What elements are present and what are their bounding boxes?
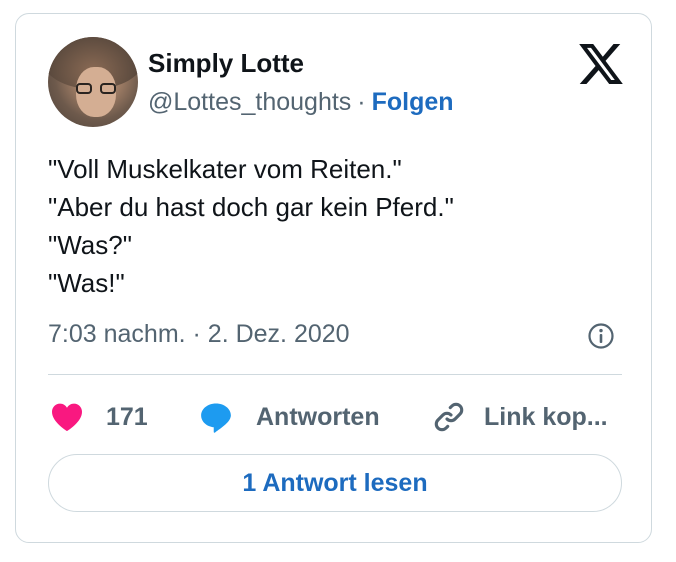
follow-button[interactable]: Folgen — [372, 88, 454, 116]
tweet-line: "Was!" — [48, 268, 125, 298]
tweet-text: "Voll Muskelkater vom Reiten." "Aber du … — [48, 150, 454, 302]
avatar[interactable] — [48, 37, 138, 127]
info-icon[interactable] — [587, 322, 615, 350]
link-icon — [434, 402, 464, 432]
author-handle[interactable]: @Lottes_thoughts — [148, 88, 351, 116]
divider — [48, 374, 622, 375]
tweet-line: "Aber du hast doch gar kein Pferd." — [48, 192, 454, 222]
tweet-card: Simply Lotte @Lottes_thoughts · Folgen "Vo… — [15, 13, 652, 543]
copy-link-label: Link kop... — [484, 402, 608, 431]
copy-link-button[interactable]: Link kop... — [432, 399, 608, 435]
tweet-timestamp[interactable]: 7:03 nachm. · 2. Dez. 2020 — [48, 320, 350, 349]
like-button[interactable]: 171 — [50, 399, 148, 435]
separator-dot: · — [357, 88, 366, 116]
author-handle-row: @Lottes_thoughts · Folgen — [148, 88, 454, 117]
read-replies-button[interactable]: 1 Antwort lesen — [48, 454, 622, 512]
tweet-line: "Voll Muskelkater vom Reiten." — [48, 154, 402, 184]
reply-button[interactable]: Antworten — [198, 399, 380, 435]
heart-icon — [52, 403, 82, 432]
speech-bubble-icon — [201, 403, 231, 433]
tweet-line: "Was?" — [48, 230, 132, 260]
x-logo-icon[interactable] — [579, 44, 623, 84]
like-count: 171 — [106, 402, 148, 431]
reply-label: Antworten — [256, 402, 380, 431]
author-name[interactable]: Simply Lotte — [148, 48, 304, 79]
